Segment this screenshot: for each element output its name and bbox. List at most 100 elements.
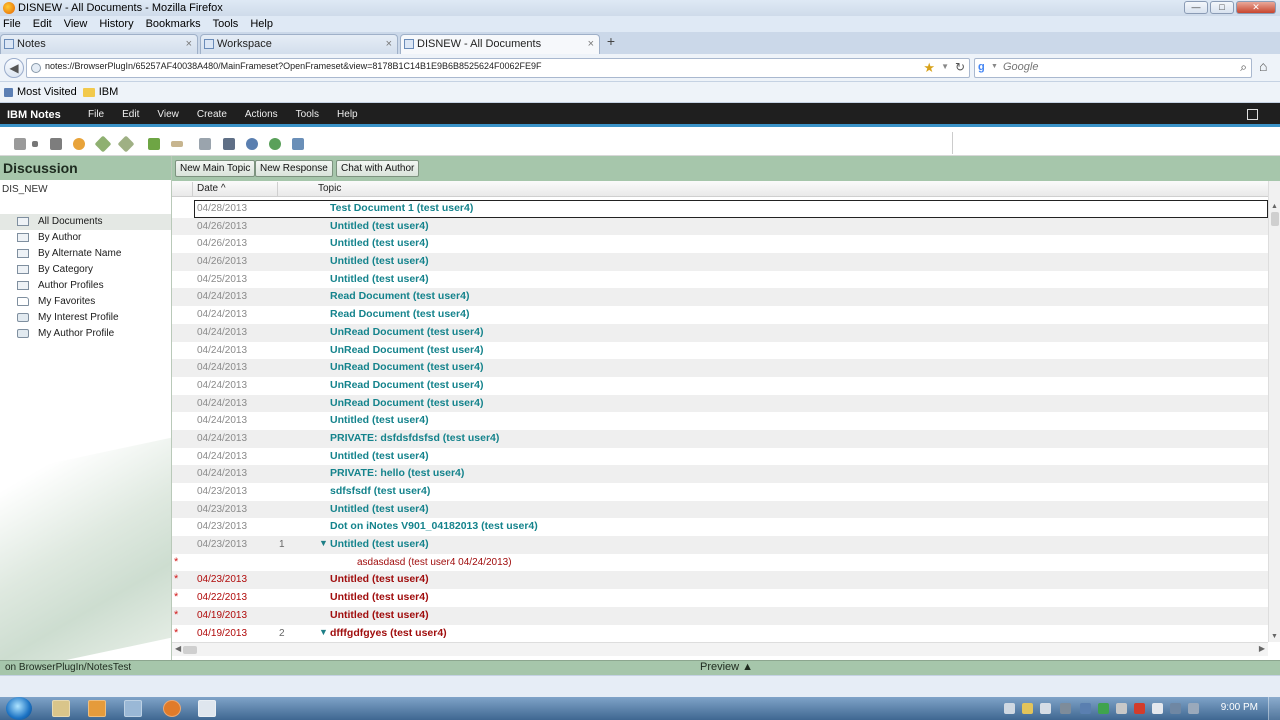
menu-history[interactable]: History	[99, 16, 133, 32]
vertical-scrollbar[interactable]: ▲ ▼	[1268, 181, 1280, 642]
document-row[interactable]: 04/24/2013 Untitled (test user4)	[172, 448, 1268, 466]
close-window-button[interactable]: ✕	[1236, 1, 1276, 14]
firefox-taskbar-icon[interactable]	[163, 700, 181, 717]
pin-icon[interactable]	[117, 135, 135, 153]
search-engine-dropdown-icon[interactable]: ▼	[991, 63, 998, 70]
tab-workspace[interactable]: Workspace ×	[200, 34, 398, 54]
bookmark-most-visited[interactable]: Most Visited	[4, 86, 77, 98]
document-row[interactable]: 04/24/2013 Read Document (test user4)	[172, 306, 1268, 324]
open-icon[interactable]	[14, 138, 26, 150]
url-bar[interactable]: ★ ▼ ↻	[26, 58, 970, 78]
row-topic[interactable]: Untitled (test user4)	[330, 220, 429, 232]
open-dropdown-icon[interactable]	[32, 141, 38, 147]
close-tab-icon[interactable]: ×	[186, 35, 192, 53]
view-by-alternate-name[interactable]: By Alternate Name	[0, 246, 171, 262]
back-icon[interactable]	[171, 141, 183, 147]
notes-taskbar-icon[interactable]	[124, 700, 142, 717]
horizontal-scrollbar[interactable]: ◀ ▶	[172, 642, 1268, 656]
notes-menu-tools[interactable]: Tools	[296, 109, 319, 120]
row-topic[interactable]: PRIVATE: dsfdsfdsfsd (test user4)	[330, 432, 499, 444]
volume-icon[interactable]	[1188, 703, 1199, 714]
document-row[interactable]: 04/28/2013 Test Document 1 (test user4)	[172, 200, 1268, 218]
row-topic[interactable]: Dot on iNotes V901_04182013 (test user4)	[330, 520, 538, 532]
scroll-right-icon[interactable]: ▶	[1259, 644, 1265, 653]
bookmark-ibm[interactable]: IBM	[82, 86, 118, 98]
scroll-thumb[interactable]	[183, 646, 197, 654]
window-taskbar-icon[interactable]	[198, 700, 216, 717]
tray-icon[interactable]	[1080, 703, 1091, 714]
document-row[interactable]: 04/24/2013 Untitled (test user4)	[172, 412, 1268, 430]
list-icon[interactable]	[199, 138, 211, 150]
document-row[interactable]: * 04/19/2013 Untitled (test user4)	[172, 606, 1268, 625]
row-topic[interactable]: Untitled (test user4)	[330, 538, 429, 550]
row-topic[interactable]: Untitled (test user4)	[330, 591, 429, 603]
document-row[interactable]: 04/24/2013 PRIVATE: dsfdsfdsfsd (test use…	[172, 429, 1268, 448]
tray-icon[interactable]	[1134, 703, 1145, 714]
notes-menu-create[interactable]: Create	[197, 109, 227, 120]
maximize-button[interactable]: □	[1210, 1, 1234, 14]
stop-icon[interactable]	[73, 138, 85, 150]
expand-twisty-icon[interactable]: ▼	[319, 627, 328, 637]
new-response-button[interactable]: New Response	[255, 160, 333, 177]
view-my-author-profile[interactable]: My Author Profile	[0, 326, 171, 342]
column-header-date[interactable]: Date ^	[197, 183, 226, 194]
view-my-interest-profile[interactable]: My Interest Profile	[0, 310, 171, 326]
column-header-topic[interactable]: Topic	[318, 183, 341, 194]
minimize-button[interactable]: —	[1184, 1, 1208, 14]
document-row[interactable]: 04/24/2013 PRIVATE: hello (test user4)	[172, 465, 1268, 483]
search-icon[interactable]	[246, 138, 258, 150]
new-main-topic-button[interactable]: New Main Topic	[175, 160, 256, 177]
tray-icon[interactable]	[1116, 703, 1127, 714]
view-my-favorites[interactable]: My Favorites	[0, 294, 171, 310]
document-row[interactable]: 04/24/2013 UnRead Document (test user4)	[172, 342, 1268, 360]
tab-disnew-all-documents[interactable]: DISNEW - All Documents ×	[400, 34, 600, 54]
view-author-profiles[interactable]: Author Profiles	[0, 278, 171, 294]
document-row[interactable]: 04/24/2013 UnRead Document (test user4)	[172, 323, 1268, 342]
home-icon[interactable]: ⌂	[1259, 58, 1267, 74]
refresh-icon[interactable]	[269, 138, 281, 150]
document-row[interactable]: 04/24/2013 UnRead Document (test user4)	[172, 377, 1268, 395]
row-topic[interactable]: dfffgdfgyes (test user4)	[330, 627, 447, 639]
document-row[interactable]: * 04/19/2013 2 ▼ dfffgdfgyes (test user4)	[172, 625, 1268, 643]
row-topic[interactable]: Test Document 1 (test user4)	[330, 202, 473, 214]
google-icon[interactable]: g	[978, 61, 985, 73]
row-topic[interactable]: Untitled (test user4)	[330, 503, 429, 515]
row-topic[interactable]: Untitled (test user4)	[330, 573, 429, 585]
document-row[interactable]: 04/24/2013 Read Document (test user4)	[172, 288, 1268, 307]
scroll-down-icon[interactable]: ▼	[1271, 633, 1278, 640]
document-row[interactable]: 04/26/2013 Untitled (test user4)	[172, 253, 1268, 271]
view-by-category[interactable]: By Category	[0, 262, 171, 278]
menu-help[interactable]: Help	[250, 16, 273, 32]
maximize-view-icon[interactable]	[1247, 109, 1258, 120]
document-row[interactable]: 04/25/2013 Untitled (test user4)	[172, 271, 1268, 289]
row-topic[interactable]: Untitled (test user4)	[330, 414, 429, 426]
scroll-up-icon[interactable]: ▲	[1271, 203, 1278, 210]
menu-edit[interactable]: Edit	[33, 16, 52, 32]
row-topic[interactable]: Read Document (test user4)	[330, 308, 469, 320]
document-row[interactable]: 04/23/2013 sdfsfsdf (test user4)	[172, 483, 1268, 501]
expand-twisty-icon[interactable]: ▼	[319, 538, 328, 548]
notes-menu-edit[interactable]: Edit	[122, 109, 139, 120]
row-topic[interactable]: Untitled (test user4)	[330, 255, 429, 267]
tray-icon[interactable]	[1098, 703, 1109, 714]
search-icon[interactable]: ⌕	[1240, 60, 1247, 75]
document-row[interactable]: * asdasdasd (test user4 04/24/2013)	[172, 554, 1268, 572]
row-topic[interactable]: UnRead Document (test user4)	[330, 361, 483, 373]
forward-icon[interactable]	[148, 138, 160, 150]
scroll-thumb[interactable]	[1271, 212, 1279, 226]
row-topic[interactable]: Untitled (test user4)	[330, 237, 429, 249]
reload-icon[interactable]: ↻	[955, 60, 965, 74]
notes-menu-actions[interactable]: Actions	[245, 109, 278, 120]
search-input[interactable]	[1003, 61, 1223, 73]
row-topic[interactable]: Untitled (test user4)	[330, 450, 429, 462]
document-row[interactable]: * 04/23/2013 Untitled (test user4)	[172, 571, 1268, 590]
row-topic[interactable]: UnRead Document (test user4)	[330, 326, 483, 338]
row-topic[interactable]: UnRead Document (test user4)	[330, 397, 483, 409]
notes-menu-view[interactable]: View	[157, 109, 179, 120]
row-topic[interactable]: sdfsfsdf (test user4)	[330, 485, 430, 497]
row-topic[interactable]: UnRead Document (test user4)	[330, 344, 483, 356]
database-icon[interactable]	[292, 138, 304, 150]
tray-icon[interactable]	[1022, 703, 1033, 714]
back-button[interactable]: ◀	[4, 58, 24, 78]
edit-icon[interactable]	[94, 135, 112, 153]
